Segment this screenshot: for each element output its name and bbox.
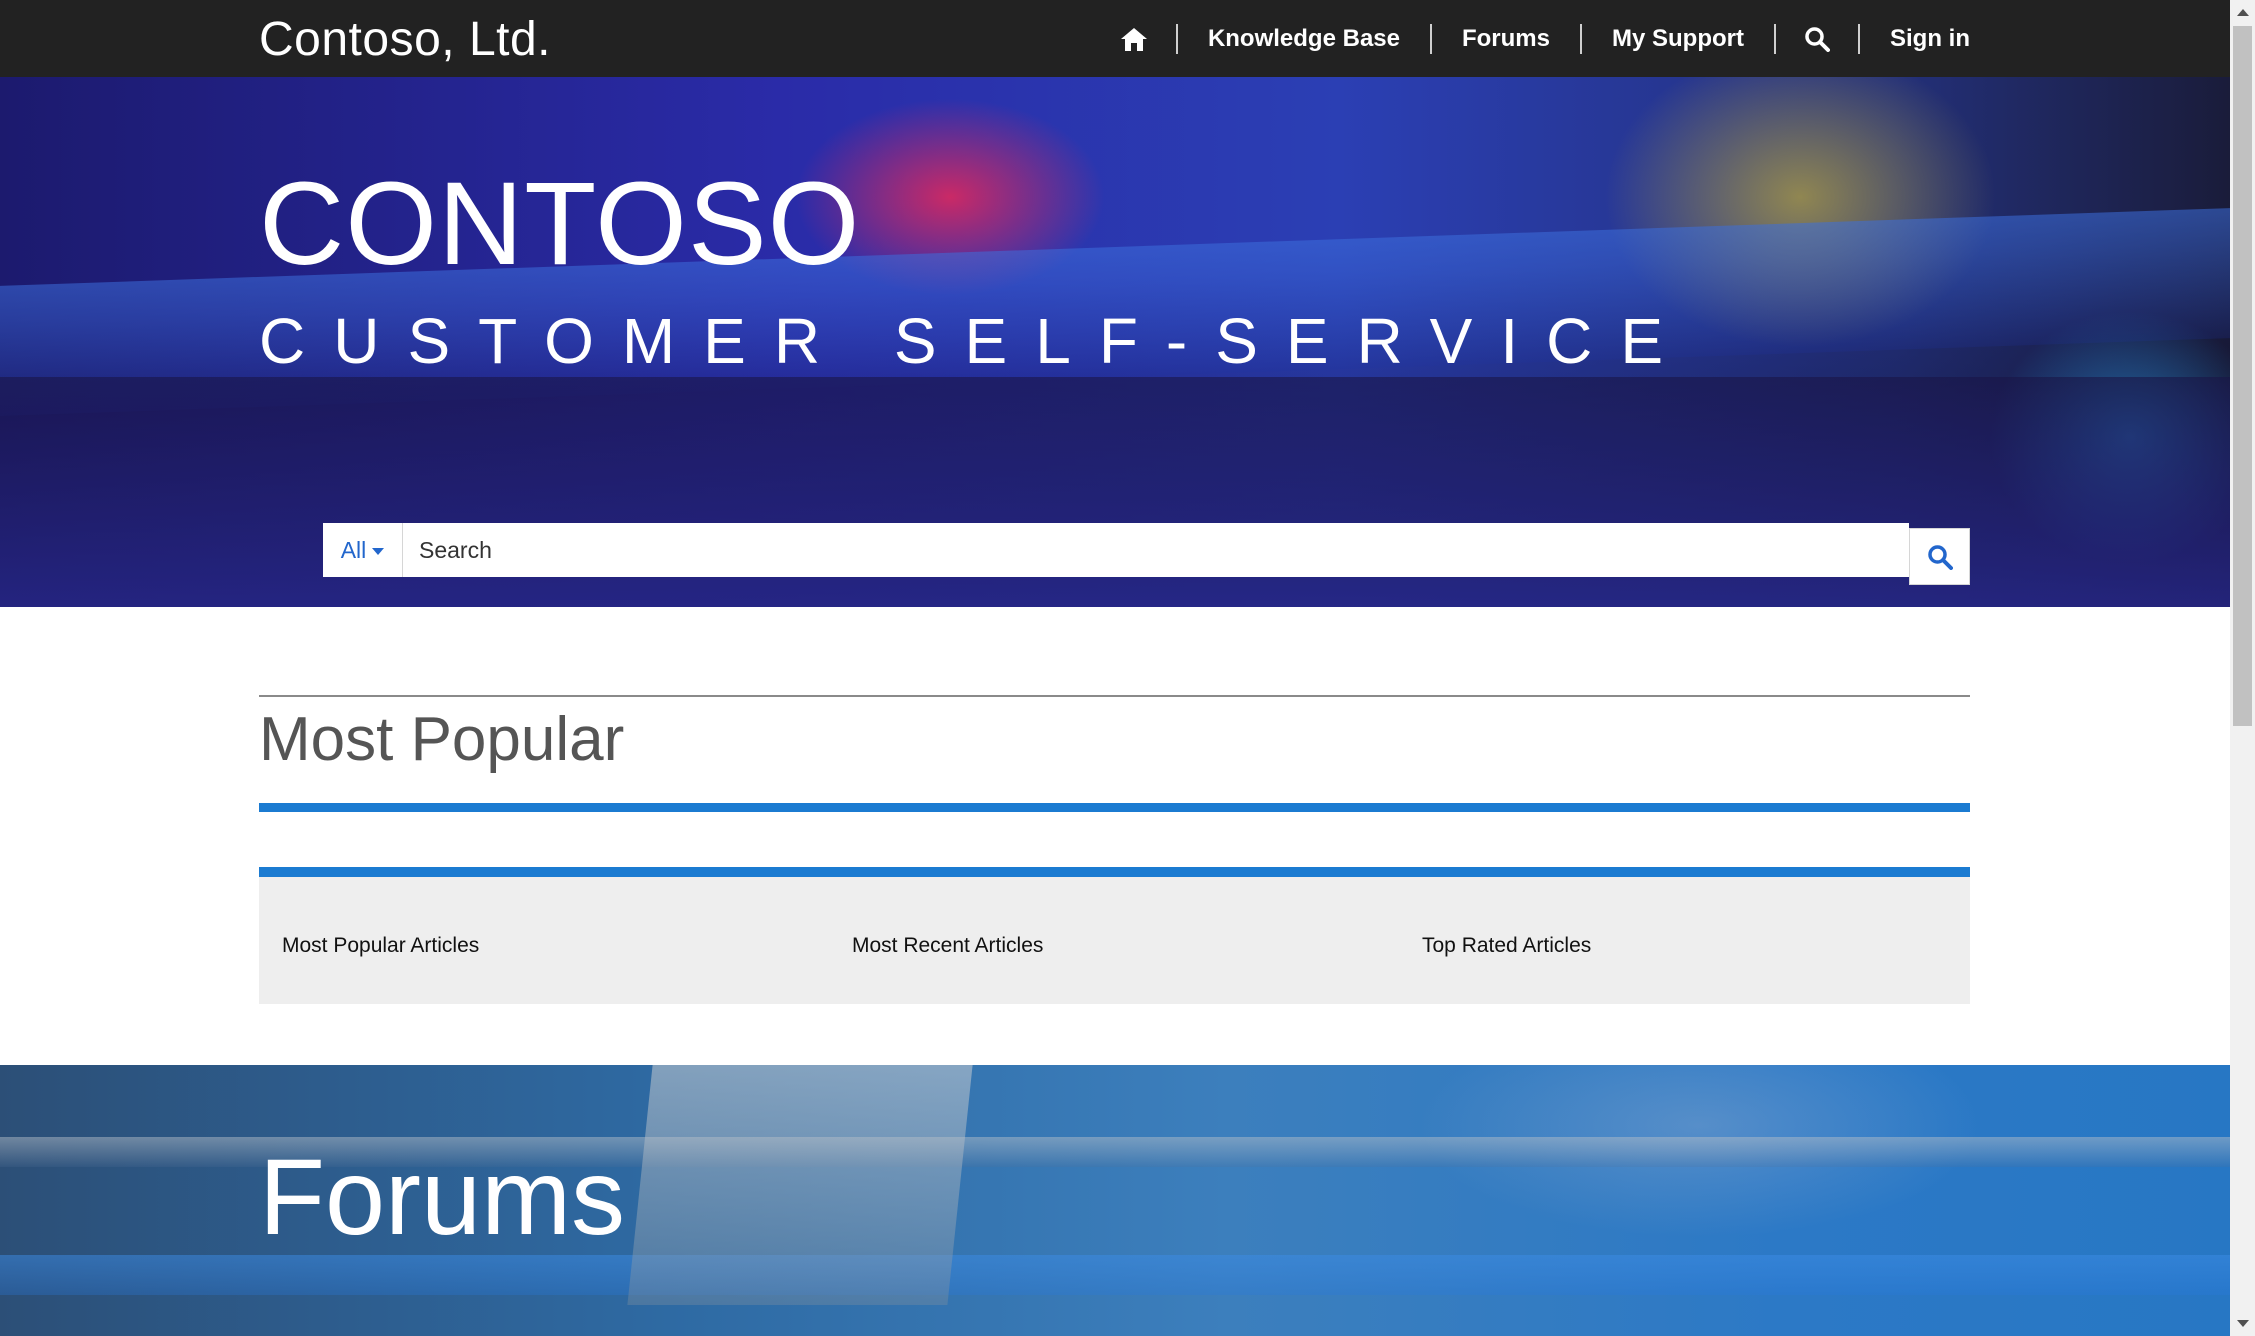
top-navigation: Contoso, Ltd. Knowledge Base Forums My S… [0,0,2230,77]
most-popular-title: Most Popular [259,705,625,774]
nav-search[interactable] [1776,24,1858,54]
search-icon [1805,26,1830,52]
tab-most-recent-articles[interactable]: Most Recent Articles [829,934,1399,958]
search-filter-label: All [340,536,367,563]
section-accent-bar [259,803,1970,812]
search-bar: All [323,523,1970,585]
search-input[interactable] [403,523,1909,577]
hero-banner: CONTOSO CUSTOMER SELF-SERVICE All [0,77,2230,607]
search-icon [1927,544,1953,570]
article-tabs: Most Popular Articles Most Recent Articl… [259,867,1970,1004]
brand-logo[interactable]: Contoso, Ltd. [259,12,551,67]
nav-forums[interactable]: Forums [1432,24,1580,54]
chevron-down-icon [372,548,385,555]
forums-background-block [627,1065,973,1305]
nav-home[interactable] [1092,24,1176,54]
main-nav: Knowledge Base Forums My Support Sign in [1092,0,1970,77]
search-filter-dropdown[interactable]: All [323,523,403,577]
nav-knowledge-base[interactable]: Knowledge Base [1178,24,1430,54]
nav-my-support[interactable]: My Support [1582,24,1774,54]
tab-top-rated-articles[interactable]: Top Rated Articles [1399,934,1969,958]
scroll-up-arrow-icon[interactable] [2237,9,2249,16]
scroll-down-arrow-icon[interactable] [2237,1320,2249,1327]
tab-most-popular-articles[interactable]: Most Popular Articles [259,934,829,958]
vertical-scrollbar[interactable] [2230,0,2255,1336]
forums-title: Forums [259,1136,626,1257]
hero-title: CONTOSO [259,158,861,290]
hero-subtitle: CUSTOMER SELF-SERVICE [259,305,1692,377]
forums-banner: Forums [0,1065,2230,1336]
forums-background-rail [0,1255,2230,1295]
section-divider [259,695,1970,697]
home-icon [1120,27,1147,51]
scrollbar-thumb[interactable] [2233,26,2252,726]
nav-sign-in[interactable]: Sign in [1860,24,1970,54]
search-button[interactable] [1909,528,1970,585]
page: Contoso, Ltd. Knowledge Base Forums My S… [0,0,2230,1336]
